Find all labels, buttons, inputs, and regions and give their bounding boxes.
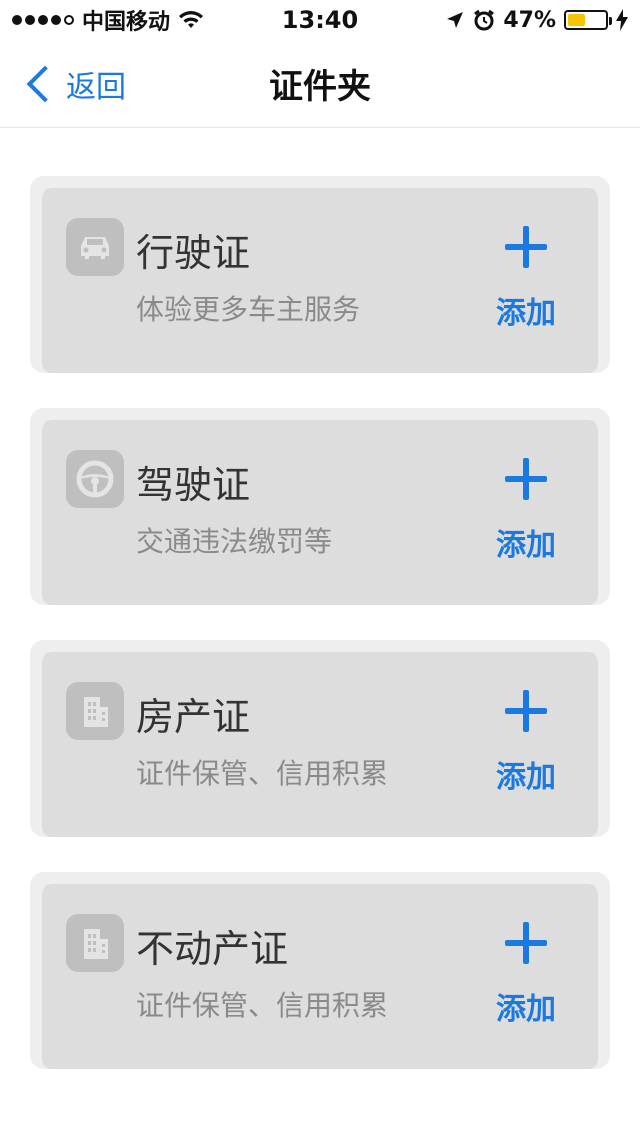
charging-icon — [616, 9, 628, 31]
card-title: 不动产证 — [136, 927, 289, 971]
location-arrow-icon — [447, 12, 464, 28]
building-icon — [66, 914, 124, 972]
add-label: 添加 — [496, 760, 556, 795]
page-title: 证件夹 — [269, 67, 371, 107]
back-label: 返回 — [66, 70, 126, 105]
chevron-left-icon — [26, 65, 64, 103]
battery-percent: 47% — [503, 7, 556, 33]
card-container: 不动产证 证件保管、信用积累 添加 — [30, 872, 610, 1069]
plus-icon — [505, 458, 547, 500]
card-subtitle: 体验更多车主服务 — [136, 293, 361, 326]
add-button[interactable]: 添加 — [490, 690, 562, 796]
add-button[interactable]: 添加 — [490, 226, 562, 332]
battery-fill — [568, 14, 585, 26]
plus-icon — [505, 690, 547, 732]
alarm-icon — [474, 9, 495, 31]
add-label: 添加 — [496, 992, 556, 1027]
add-label: 添加 — [496, 528, 556, 563]
card-subtitle: 证件保管、信用积累 — [136, 989, 389, 1022]
add-button[interactable]: 添加 — [490, 922, 562, 1028]
signal-dots-icon — [12, 15, 74, 25]
card-driver-license[interactable]: 驾驶证 交通违法缴罚等 添加 — [42, 420, 598, 605]
battery-icon — [564, 10, 612, 30]
card-property-certificate[interactable]: 房产证 证件保管、信用积累 添加 — [42, 652, 598, 837]
card-container: 驾驶证 交通违法缴罚等 添加 — [30, 408, 610, 605]
car-icon — [66, 218, 124, 276]
status-bar: 中国移动 13:40 47% — [0, 0, 640, 40]
status-right: 47% — [445, 8, 628, 33]
card-title: 行驶证 — [136, 231, 251, 275]
card-container: 行驶证 体验更多车主服务 添加 — [30, 176, 610, 373]
wifi-icon — [179, 11, 204, 28]
card-list: 行驶证 体验更多车主服务 添加 驾驶证 交通违法缴罚等 添加 房产证 证件保管、… — [30, 176, 610, 1104]
card-title: 房产证 — [136, 695, 251, 739]
card-vehicle-license[interactable]: 行驶证 体验更多车主服务 添加 — [42, 188, 598, 373]
card-subtitle: 证件保管、信用积累 — [136, 757, 389, 790]
add-label: 添加 — [496, 296, 556, 331]
card-real-estate-certificate[interactable]: 不动产证 证件保管、信用积累 添加 — [42, 884, 598, 1069]
card-title: 驾驶证 — [136, 463, 251, 507]
card-container: 房产证 证件保管、信用积累 添加 — [30, 640, 610, 837]
card-subtitle: 交通违法缴罚等 — [136, 525, 333, 558]
carrier-label: 中国移动 — [82, 10, 171, 35]
add-button[interactable]: 添加 — [490, 458, 562, 564]
plus-icon — [505, 922, 547, 964]
status-left: 中国移动 — [12, 4, 204, 36]
steering-wheel-icon — [66, 450, 124, 508]
building-icon — [66, 682, 124, 740]
nav-bar: 返回 证件夹 — [0, 40, 640, 128]
back-button[interactable]: 返回 — [24, 40, 126, 128]
plus-icon — [505, 226, 547, 268]
